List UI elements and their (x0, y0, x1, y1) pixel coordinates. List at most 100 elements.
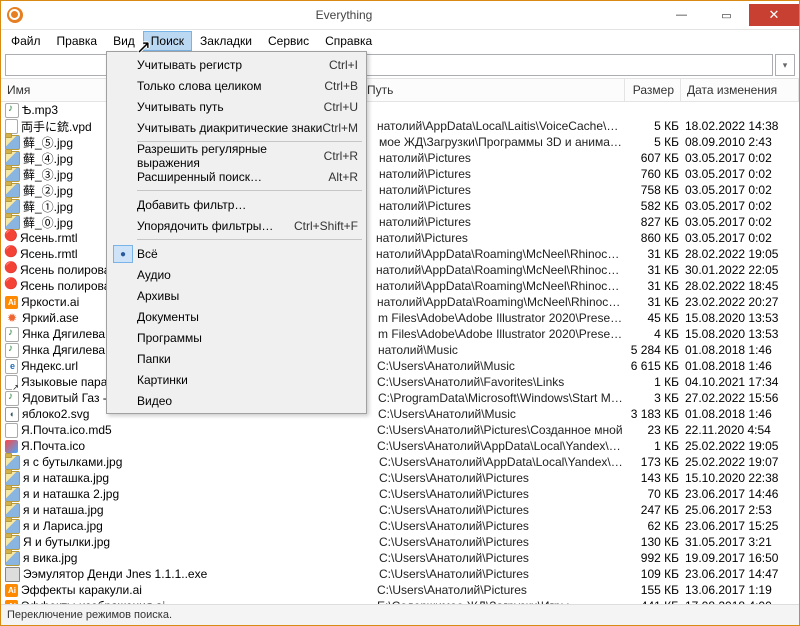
file-row[interactable]: я с бутылками.jpgC:\Users\Анатолий\AppDa… (1, 454, 799, 470)
menu-item-label: Упорядочить фильтры… (137, 219, 273, 233)
menu-item-label: Учитывать диакритические знаки (137, 121, 322, 135)
rmtl-icon (5, 247, 17, 261)
file-path: натолий\Pictures (379, 183, 623, 197)
file-name: я и наташка.jpg (23, 471, 379, 485)
check-icon: ● (113, 245, 133, 263)
header-path[interactable]: Путь (361, 79, 625, 101)
file-date: 31.05.2017 3:21 (685, 535, 795, 549)
file-row[interactable]: я вика.jpgC:\Users\Анатолий\Pictures992 … (1, 550, 799, 566)
menu-shortcut: Ctrl+M (322, 121, 358, 135)
file-name: Я.Почта.ico.md5 (21, 423, 377, 437)
menu-item[interactable]: Добавить фильтр… (109, 194, 364, 215)
file-size: 607 КБ (623, 151, 685, 165)
file-path: натолий\AppData\Roaming\McNeel\Rhinocero… (376, 247, 623, 261)
file-path: мое ЖД\Загрузки\Программы 3D и анимация\… (379, 135, 623, 149)
file-row[interactable]: я и наташа.jpgC:\Users\Анатолий\Pictures… (1, 502, 799, 518)
menu-shortcut: Ctrl+U (324, 100, 358, 114)
menu-item[interactable]: Программы (109, 327, 364, 348)
menu-item-label: Программы (137, 331, 202, 345)
mp3-icon (5, 327, 19, 342)
search-dropdown-button[interactable]: ▾ (775, 54, 795, 76)
menu-item[interactable]: Аудио (109, 264, 364, 285)
mp3-icon (5, 103, 19, 118)
file-row[interactable]: Я.Почта.ico.md5C:\Users\Анатолий\Picture… (1, 422, 799, 438)
file-row[interactable]: Я и бутылки.jpgC:\Users\Анатолий\Picture… (1, 534, 799, 550)
file-row[interactable]: я и наташка.jpgC:\Users\Анатолий\Picture… (1, 470, 799, 486)
file-date: 13.06.2017 1:19 (685, 583, 795, 597)
file-row[interactable]: Эффекты каракули.aiC:\Users\Анатолий\Pic… (1, 582, 799, 598)
file-row[interactable]: Эффекты изображения.aiE:\Содержимое ЖД\З… (1, 598, 799, 604)
header-date[interactable]: Дата изменения (681, 79, 799, 101)
file-date: 27.02.2022 15:56 (685, 391, 795, 405)
file-size: 5 284 КБ (623, 343, 685, 357)
file-date: 23.02.2022 20:27 (685, 295, 795, 309)
file-row[interactable]: я и Лариса.jpgC:\Users\Анатолий\Pictures… (1, 518, 799, 534)
menu-item[interactable]: Картинки (109, 369, 364, 390)
menu-item[interactable]: ● Всё (109, 243, 364, 264)
maximize-button[interactable]: ▭ (704, 4, 749, 26)
menu-item[interactable]: Учитывать регистрCtrl+I (109, 54, 364, 75)
menu-сервис[interactable]: Сервис (260, 31, 317, 51)
file-size: 4 КБ (623, 327, 685, 341)
menu-item[interactable]: Расширенный поиск…Alt+R (109, 166, 364, 187)
title-bar: Everything — ▭ ✕ (1, 1, 799, 30)
file-date: 08.09.2010 2:43 (685, 135, 795, 149)
menu-item[interactable]: Разрешить регулярные выраженияCtrl+R (109, 145, 364, 166)
file-date: 25.06.2017 2:53 (685, 503, 795, 517)
menu-правка[interactable]: Правка (49, 31, 106, 51)
menu-поиск[interactable]: Поиск (143, 31, 192, 51)
file-path: E:\Содержимое ЖД\Загрузки\Игры (377, 599, 623, 604)
menu-item[interactable]: Учитывать путьCtrl+U (109, 96, 364, 117)
file-size: 109 КБ (623, 567, 685, 581)
file-date: 30.01.2022 22:05 (685, 263, 795, 277)
menu-вид[interactable]: Вид (105, 31, 143, 51)
file-path: C:\Users\Анатолий\Pictures (379, 551, 623, 565)
jpg-icon (5, 535, 20, 550)
menu-item[interactable]: Папки (109, 348, 364, 369)
file-size: 143 КБ (623, 471, 685, 485)
file-date: 28.02.2022 19:05 (685, 247, 795, 261)
file-path: C:\Users\Анатолий\Music (378, 407, 623, 421)
menu-item-label: Всё (137, 247, 158, 261)
header-size[interactable]: Размер (625, 79, 681, 101)
file-date: 23.06.2017 14:46 (685, 487, 795, 501)
file-size: 247 КБ (623, 503, 685, 517)
file-size: 3 183 КБ (623, 407, 685, 421)
menu-item[interactable]: Документы (109, 306, 364, 327)
file-size: 6 615 КБ (623, 359, 685, 373)
menu-файл[interactable]: Файл (3, 31, 49, 51)
file-date: 25.02.2022 19:07 (685, 455, 795, 469)
file-path: натолий\Pictures (379, 215, 623, 229)
file-size: 31 КБ (623, 247, 685, 261)
jpg-icon (5, 215, 20, 230)
menu-item-label: Учитывать регистр (137, 58, 242, 72)
window-controls: — ▭ ✕ (659, 4, 799, 26)
file-row[interactable]: Я.Почта.icoC:\Users\Анатолий\AppData\Loc… (1, 438, 799, 454)
file-date: 01.08.2018 1:46 (685, 407, 795, 421)
menu-item[interactable]: Учитывать диакритические знакиCtrl+M (109, 117, 364, 138)
jpg-icon (5, 199, 20, 214)
menu-item[interactable]: Только слова целикомCtrl+B (109, 75, 364, 96)
jpg-icon (5, 471, 20, 486)
minimize-button[interactable]: — (659, 4, 704, 26)
file-path: m Files\Adobe\Adobe Illustrator 2020\Pre… (378, 311, 623, 325)
menu-справка[interactable]: Справка (317, 31, 380, 51)
file-path: C:\Users\Анатолий\Pictures (379, 519, 623, 533)
menu-item[interactable]: Архивы (109, 285, 364, 306)
file-name: я с бутылками.jpg (23, 455, 379, 469)
file-row[interactable]: Ээмулятор Денди Jnes 1.1.1..exeC:\Users\… (1, 566, 799, 582)
menu-закладки[interactable]: Закладки (192, 31, 260, 51)
file-icon (5, 423, 18, 438)
file-date: 23.06.2017 14:47 (685, 567, 795, 581)
close-button[interactable]: ✕ (749, 4, 799, 26)
file-size: 582 КБ (623, 199, 685, 213)
file-row[interactable]: я и наташка 2.jpgC:\Users\Анатолий\Pictu… (1, 486, 799, 502)
jpg-icon (5, 455, 20, 470)
menu-item[interactable]: Упорядочить фильтры…Ctrl+Shift+F (109, 215, 364, 236)
menu-item[interactable]: Видео (109, 390, 364, 411)
mp3-icon (5, 343, 19, 358)
file-size: 23 КБ (623, 423, 685, 437)
file-path: C:\Users\Анатолий\Pictures (379, 471, 623, 485)
app-window: Everything — ▭ ✕ ФайлПравкаВидПоискЗакла… (0, 0, 800, 626)
jpg-icon (5, 551, 20, 566)
